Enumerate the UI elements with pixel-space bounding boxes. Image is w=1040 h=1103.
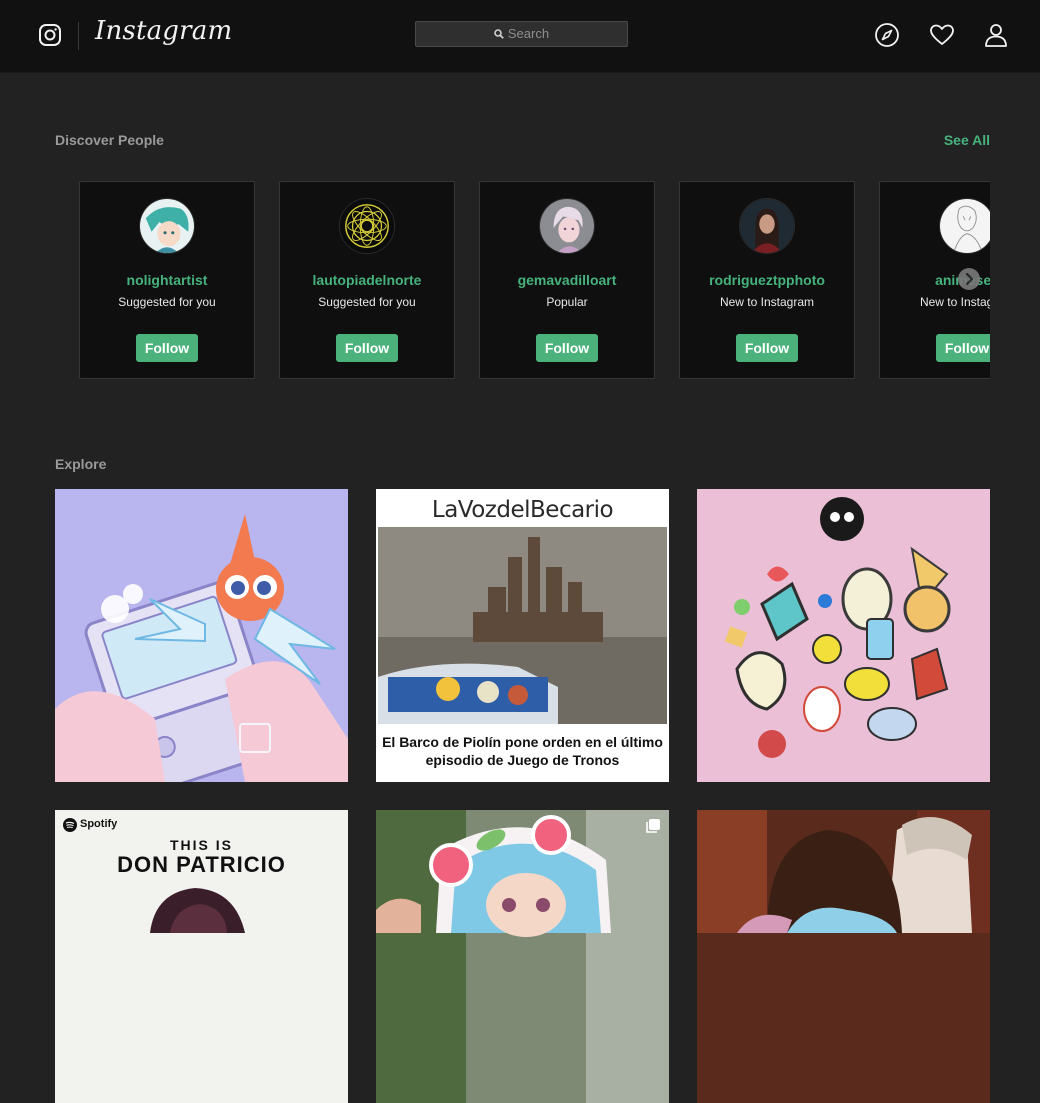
suggestion-username[interactable]: nolightartist — [80, 272, 254, 288]
spotify-icon — [63, 818, 77, 832]
discover-people-title: Discover People — [55, 132, 164, 148]
explore-tile[interactable] — [697, 810, 990, 1103]
post-image — [55, 489, 348, 782]
avatar[interactable] — [139, 198, 195, 254]
explore-tile[interactable]: LaVozdelBecario El Barco de Piolín pone … — [376, 489, 669, 782]
suggestion-reason: Suggested for you — [118, 295, 216, 309]
avatar[interactable] — [939, 198, 990, 254]
top-nav: Instagram Search — [0, 0, 1040, 73]
avatar[interactable] — [739, 198, 795, 254]
avatar[interactable] — [539, 198, 595, 254]
suggestion-reason: New to Instagram — [719, 295, 815, 309]
follow-button[interactable]: Follow — [936, 334, 990, 362]
follow-button[interactable]: Follow — [136, 334, 198, 362]
nav-divider — [78, 22, 79, 50]
suggestion-reason: New to Instagram — [919, 295, 990, 309]
explore-tile[interactable]: Spotify THIS IS DON PATRICIO — [55, 810, 348, 1103]
suggestion-reason: Popular — [546, 295, 588, 309]
compass-icon[interactable] — [874, 22, 900, 48]
follow-button[interactable]: Follow — [736, 334, 798, 362]
instagram-wordmark[interactable]: Instagram — [95, 16, 232, 46]
explore-title: Explore — [55, 456, 107, 472]
instagram-glyph-icon[interactable] — [38, 23, 62, 47]
playlist-line1: THIS IS — [169, 837, 233, 853]
avatar[interactable] — [339, 198, 395, 254]
suggestion-card: gemavadilloart Popular Follow — [479, 181, 655, 379]
suggestion-reason: Suggested for you — [318, 295, 416, 309]
search-icon — [494, 29, 504, 39]
post-image — [697, 489, 990, 782]
suggestion-card: lautopiadelnorte Suggested for you Follo… — [279, 181, 455, 379]
profile-icon[interactable] — [983, 22, 1009, 48]
follow-button[interactable]: Follow — [536, 334, 598, 362]
multiple-posts-icon — [645, 818, 661, 834]
search-placeholder: Search — [507, 26, 550, 41]
meme-header: LaVozdelBecario — [431, 497, 614, 523]
post-image — [697, 810, 990, 1103]
explore-tile[interactable] — [55, 489, 348, 782]
post-image — [150, 888, 245, 933]
suggestion-card: rodrigueztpphoto New to Instagram Follow — [679, 181, 855, 379]
chevron-right-icon[interactable] — [958, 268, 980, 290]
suggestion-username[interactable]: gemavadilloart — [480, 272, 654, 288]
playlist-line2: DON PATRICIO — [117, 852, 286, 877]
suggestion-username[interactable]: lautopiadelnorte — [280, 272, 454, 288]
search-input[interactable]: Search — [415, 21, 628, 47]
meme-caption: El Barco de Piolín pone orden en el últi… — [382, 734, 663, 768]
spotify-brand: Spotify — [80, 818, 118, 830]
heart-icon[interactable] — [929, 22, 955, 48]
see-all-link[interactable]: See All — [944, 132, 990, 148]
suggestion-username[interactable]: rodrigueztpphoto — [680, 272, 854, 288]
explore-tile[interactable] — [376, 810, 669, 1103]
post-image — [376, 810, 669, 1103]
discover-people-carousel: nolightartist Suggested for you Follow l… — [79, 181, 990, 379]
post-image — [378, 527, 667, 724]
explore-tile[interactable] — [697, 489, 990, 782]
follow-button[interactable]: Follow — [336, 334, 398, 362]
suggestion-card: nolightartist Suggested for you Follow — [79, 181, 255, 379]
